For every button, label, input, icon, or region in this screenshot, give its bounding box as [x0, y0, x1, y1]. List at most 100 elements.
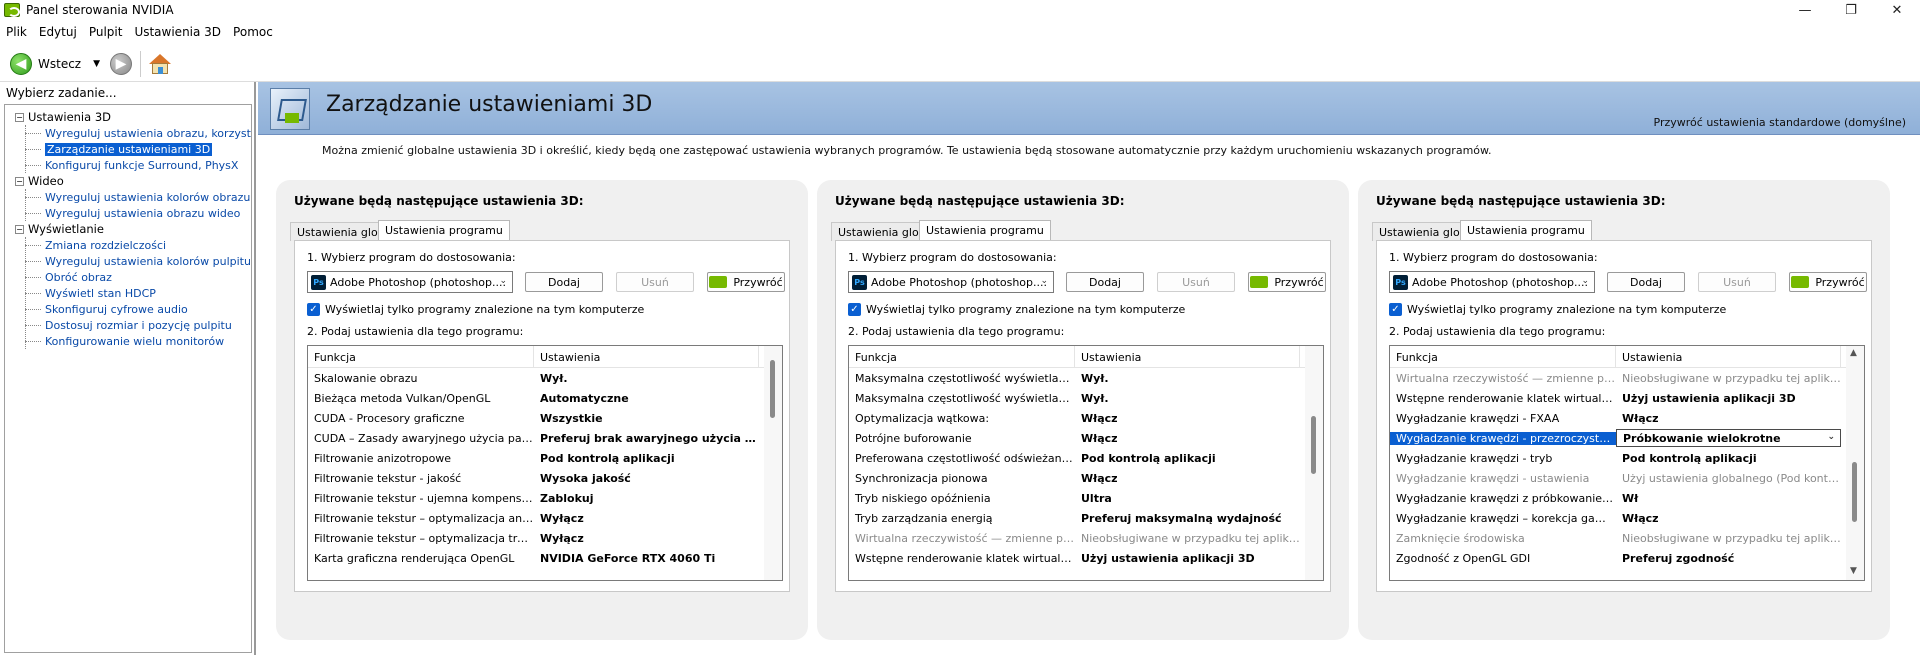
setting-value[interactable]: Nieobsługiwane w przypadku tej aplikacji — [1616, 372, 1841, 385]
collapse-icon[interactable]: − — [15, 176, 24, 186]
column-header-settings[interactable]: Ustawienia — [1075, 346, 1300, 368]
back-history-dropdown-icon[interactable]: ▼ — [93, 59, 100, 69]
grid-scrollbar[interactable] — [1305, 346, 1323, 580]
column-header-function[interactable]: Funkcja — [1390, 346, 1616, 368]
tree-item-multiple-displays[interactable]: Konfigurowanie wielu monitorów — [5, 333, 251, 349]
table-row[interactable]: Tryb zarządzania energią Preferuj maksyma… — [849, 508, 1323, 528]
remove-program-button[interactable]: Usuń — [1698, 272, 1776, 292]
tree-item-desktop-size-position[interactable]: Dostosuj rozmiar i pozycję pulpitu — [5, 317, 251, 333]
column-header-settings[interactable]: Ustawienia — [1616, 346, 1841, 368]
setting-value[interactable]: Użyj ustawienia aplikacji 3D — [1075, 552, 1300, 565]
table-row[interactable]: Synchronizacja pionowa Włącz — [849, 468, 1323, 488]
setting-value[interactable]: Ultra — [1075, 492, 1300, 505]
show-found-programs-checkbox[interactable]: ✓ — [848, 303, 861, 316]
table-row[interactable]: Wygładzanie krawędzi - ustawienia Użyj us… — [1390, 468, 1864, 488]
show-found-programs-checkbox[interactable]: ✓ — [307, 303, 320, 316]
tree-item-video-image-settings[interactable]: Wyreguluj ustawienia obrazu wideo — [5, 205, 251, 221]
setting-value[interactable]: Włącz — [1075, 432, 1300, 445]
settings-grid[interactable]: Funkcja Ustawienia Skalowanie obrazu Wył.… — [307, 345, 783, 581]
scrollbar-thumb[interactable] — [1852, 462, 1857, 522]
table-row[interactable]: Wygładzanie krawędzi - tryb Pod kontrolą … — [1390, 448, 1864, 468]
tab-program-settings[interactable]: Ustawienia programu — [919, 220, 1051, 241]
column-header-settings[interactable]: Ustawienia — [534, 346, 759, 368]
close-button[interactable]: ✕ — [1874, 0, 1920, 20]
tab-program-settings[interactable]: Ustawienia programu — [378, 220, 510, 241]
table-row[interactable]: Skalowanie obrazu Wył. — [308, 368, 782, 388]
setting-value[interactable]: Preferuj maksymalną wydajność — [1075, 512, 1300, 525]
scrollbar-thumb[interactable] — [1311, 416, 1316, 474]
table-row[interactable]: Filtrowanie tekstur – optymalizacja aniz… — [308, 508, 782, 528]
table-row[interactable]: Filtrowanie anizotropowe Pod kontrolą apl… — [308, 448, 782, 468]
table-row[interactable]: Wygładzanie krawędzi - FXAA Włącz — [1390, 408, 1864, 428]
setting-value[interactable]: Wył. — [1075, 372, 1300, 385]
scrollbar-thumb[interactable] — [770, 360, 775, 418]
table-row[interactable]: Zgodność z OpenGL GDI Preferuj zgodność — [1390, 548, 1864, 568]
setting-value[interactable]: Włącz — [1075, 412, 1300, 425]
maximize-button[interactable]: ❐ — [1828, 0, 1874, 20]
task-tree[interactable]: − Ustawienia 3D Wyreguluj ustawienia obr… — [4, 104, 252, 653]
menu-file[interactable]: Plik — [6, 25, 27, 39]
setting-value[interactable]: Wyłącz — [534, 532, 759, 545]
setting-value[interactable]: Wyłącz — [534, 512, 759, 525]
setting-value[interactable]: Wył. — [534, 372, 759, 385]
scroll-up-icon[interactable]: ▲ — [1850, 348, 1857, 358]
restore-defaults-link[interactable]: Przywróć ustawienia standardowe (domyśln… — [1654, 116, 1906, 129]
table-row[interactable]: Wirtualna rzeczywistość — zmienne próbk.… — [849, 528, 1323, 548]
setting-value[interactable]: Użyj ustawienia globalnego (Pod kontrolą… — [1616, 472, 1841, 485]
table-row[interactable]: Wygładzanie krawędzi - przezroczystość Pr… — [1390, 428, 1864, 448]
table-row[interactable]: Wstępne renderowanie klatek wirtualnej r… — [1390, 388, 1864, 408]
table-row[interactable]: Filtrowanie tekstur – optymalizacja trój… — [308, 528, 782, 548]
show-found-programs-row[interactable]: ✓ Wyświetlaj tylko programy znalezione n… — [1389, 303, 1726, 316]
add-program-button[interactable]: Dodaj — [1066, 272, 1144, 292]
tree-item-hdcp-status[interactable]: Wyświetl stan HDCP — [5, 285, 251, 301]
tree-item-video-color-settings[interactable]: Wyreguluj ustawienia kolorów obrazu wide… — [5, 189, 251, 205]
tree-item-adjust-image-preview[interactable]: Wyreguluj ustawienia obrazu, korzystając… — [5, 125, 251, 141]
table-row[interactable]: CUDA - Procesory graficzne Wszystkie — [308, 408, 782, 428]
program-select[interactable]: Ps Adobe Photoshop (photoshop.... ⌄ — [848, 271, 1054, 293]
column-header-function[interactable]: Funkcja — [849, 346, 1075, 368]
column-header-function[interactable]: Funkcja — [308, 346, 534, 368]
remove-program-button[interactable]: Usuń — [616, 272, 694, 292]
restore-program-button[interactable]: Przywróć — [707, 272, 785, 292]
grid-scrollbar[interactable]: ▲ ▼ — [1846, 346, 1864, 580]
setting-value[interactable]: NVIDIA GeForce RTX 4060 Ti — [534, 552, 759, 565]
table-row[interactable]: CUDA – Zasady awaryjnego użycia pamię...… — [308, 428, 782, 448]
table-row[interactable]: Tryb niskiego opóźnienia Ultra — [849, 488, 1323, 508]
tree-item-digital-audio[interactable]: Skonfiguruj cyfrowe audio — [5, 301, 251, 317]
minimize-button[interactable]: — — [1782, 0, 1828, 20]
setting-value[interactable]: Włącz — [1075, 472, 1300, 485]
setting-value[interactable]: Preferuj zgodność — [1616, 552, 1841, 565]
home-icon[interactable] — [149, 53, 172, 75]
table-row[interactable]: Bieżąca metoda Vulkan/OpenGL Automatyczne — [308, 388, 782, 408]
setting-value-dropdown[interactable]: Próbkowanie wielokrotne ⌄ — [1616, 429, 1841, 447]
restore-program-button[interactable]: Przywróć — [1789, 272, 1867, 292]
settings-grid[interactable]: Funkcja Ustawienia Wirtualna rzeczywisto… — [1389, 345, 1865, 581]
table-row[interactable]: Wygładzanie krawędzi – korekcja gamma Włą… — [1390, 508, 1864, 528]
back-arrow-icon[interactable]: ◀ — [10, 52, 32, 75]
table-row[interactable]: Maksymalna częstotliwość wyświetlania kl… — [849, 388, 1323, 408]
setting-value[interactable]: Pod kontrolą aplikacji — [1075, 452, 1300, 465]
menu-help[interactable]: Pomoc — [233, 25, 273, 39]
settings-grid[interactable]: Funkcja Ustawienia Maksymalna częstotliw… — [848, 345, 1324, 581]
menu-3d-settings[interactable]: Ustawienia 3D — [134, 25, 221, 39]
table-row[interactable]: Filtrowanie tekstur - jakość Wysoka jakoś… — [308, 468, 782, 488]
tree-group-video[interactable]: − Wideo — [5, 173, 251, 189]
setting-value[interactable]: Wł — [1616, 492, 1841, 505]
collapse-icon[interactable]: − — [15, 112, 24, 122]
chevron-down-icon[interactable]: ⌄ — [1827, 432, 1835, 442]
tree-item-rotate-display[interactable]: Obróć obraz — [5, 269, 251, 285]
forward-arrow-icon[interactable]: ▶ — [110, 52, 133, 75]
setting-value[interactable]: Zablokuj — [534, 492, 759, 505]
table-row[interactable]: Optymalizacja wątkowa: Włącz — [849, 408, 1323, 428]
setting-value[interactable]: Nieobsługiwane w przypadku tej aplikacji — [1075, 532, 1300, 545]
table-row[interactable]: Filtrowanie tekstur - ujemna kompensacja… — [308, 488, 782, 508]
back-button-label[interactable]: Wstecz — [38, 57, 81, 71]
tree-item-desktop-color-settings[interactable]: Wyreguluj ustawienia kolorów pulpitu — [5, 253, 251, 269]
collapse-icon[interactable]: − — [15, 224, 24, 234]
show-found-programs-checkbox[interactable]: ✓ — [1389, 303, 1402, 316]
setting-value[interactable]: Pod kontrolą aplikacji — [534, 452, 759, 465]
setting-value[interactable]: Preferuj brak awaryjnego użycia pa... — [534, 432, 759, 445]
tree-group-display[interactable]: − Wyświetlanie — [5, 221, 251, 237]
table-row[interactable]: Wirtualna rzeczywistość — zmienne próbk.… — [1390, 368, 1864, 388]
table-row[interactable]: Karta graficzna renderująca OpenGL NVIDIA… — [308, 548, 782, 568]
